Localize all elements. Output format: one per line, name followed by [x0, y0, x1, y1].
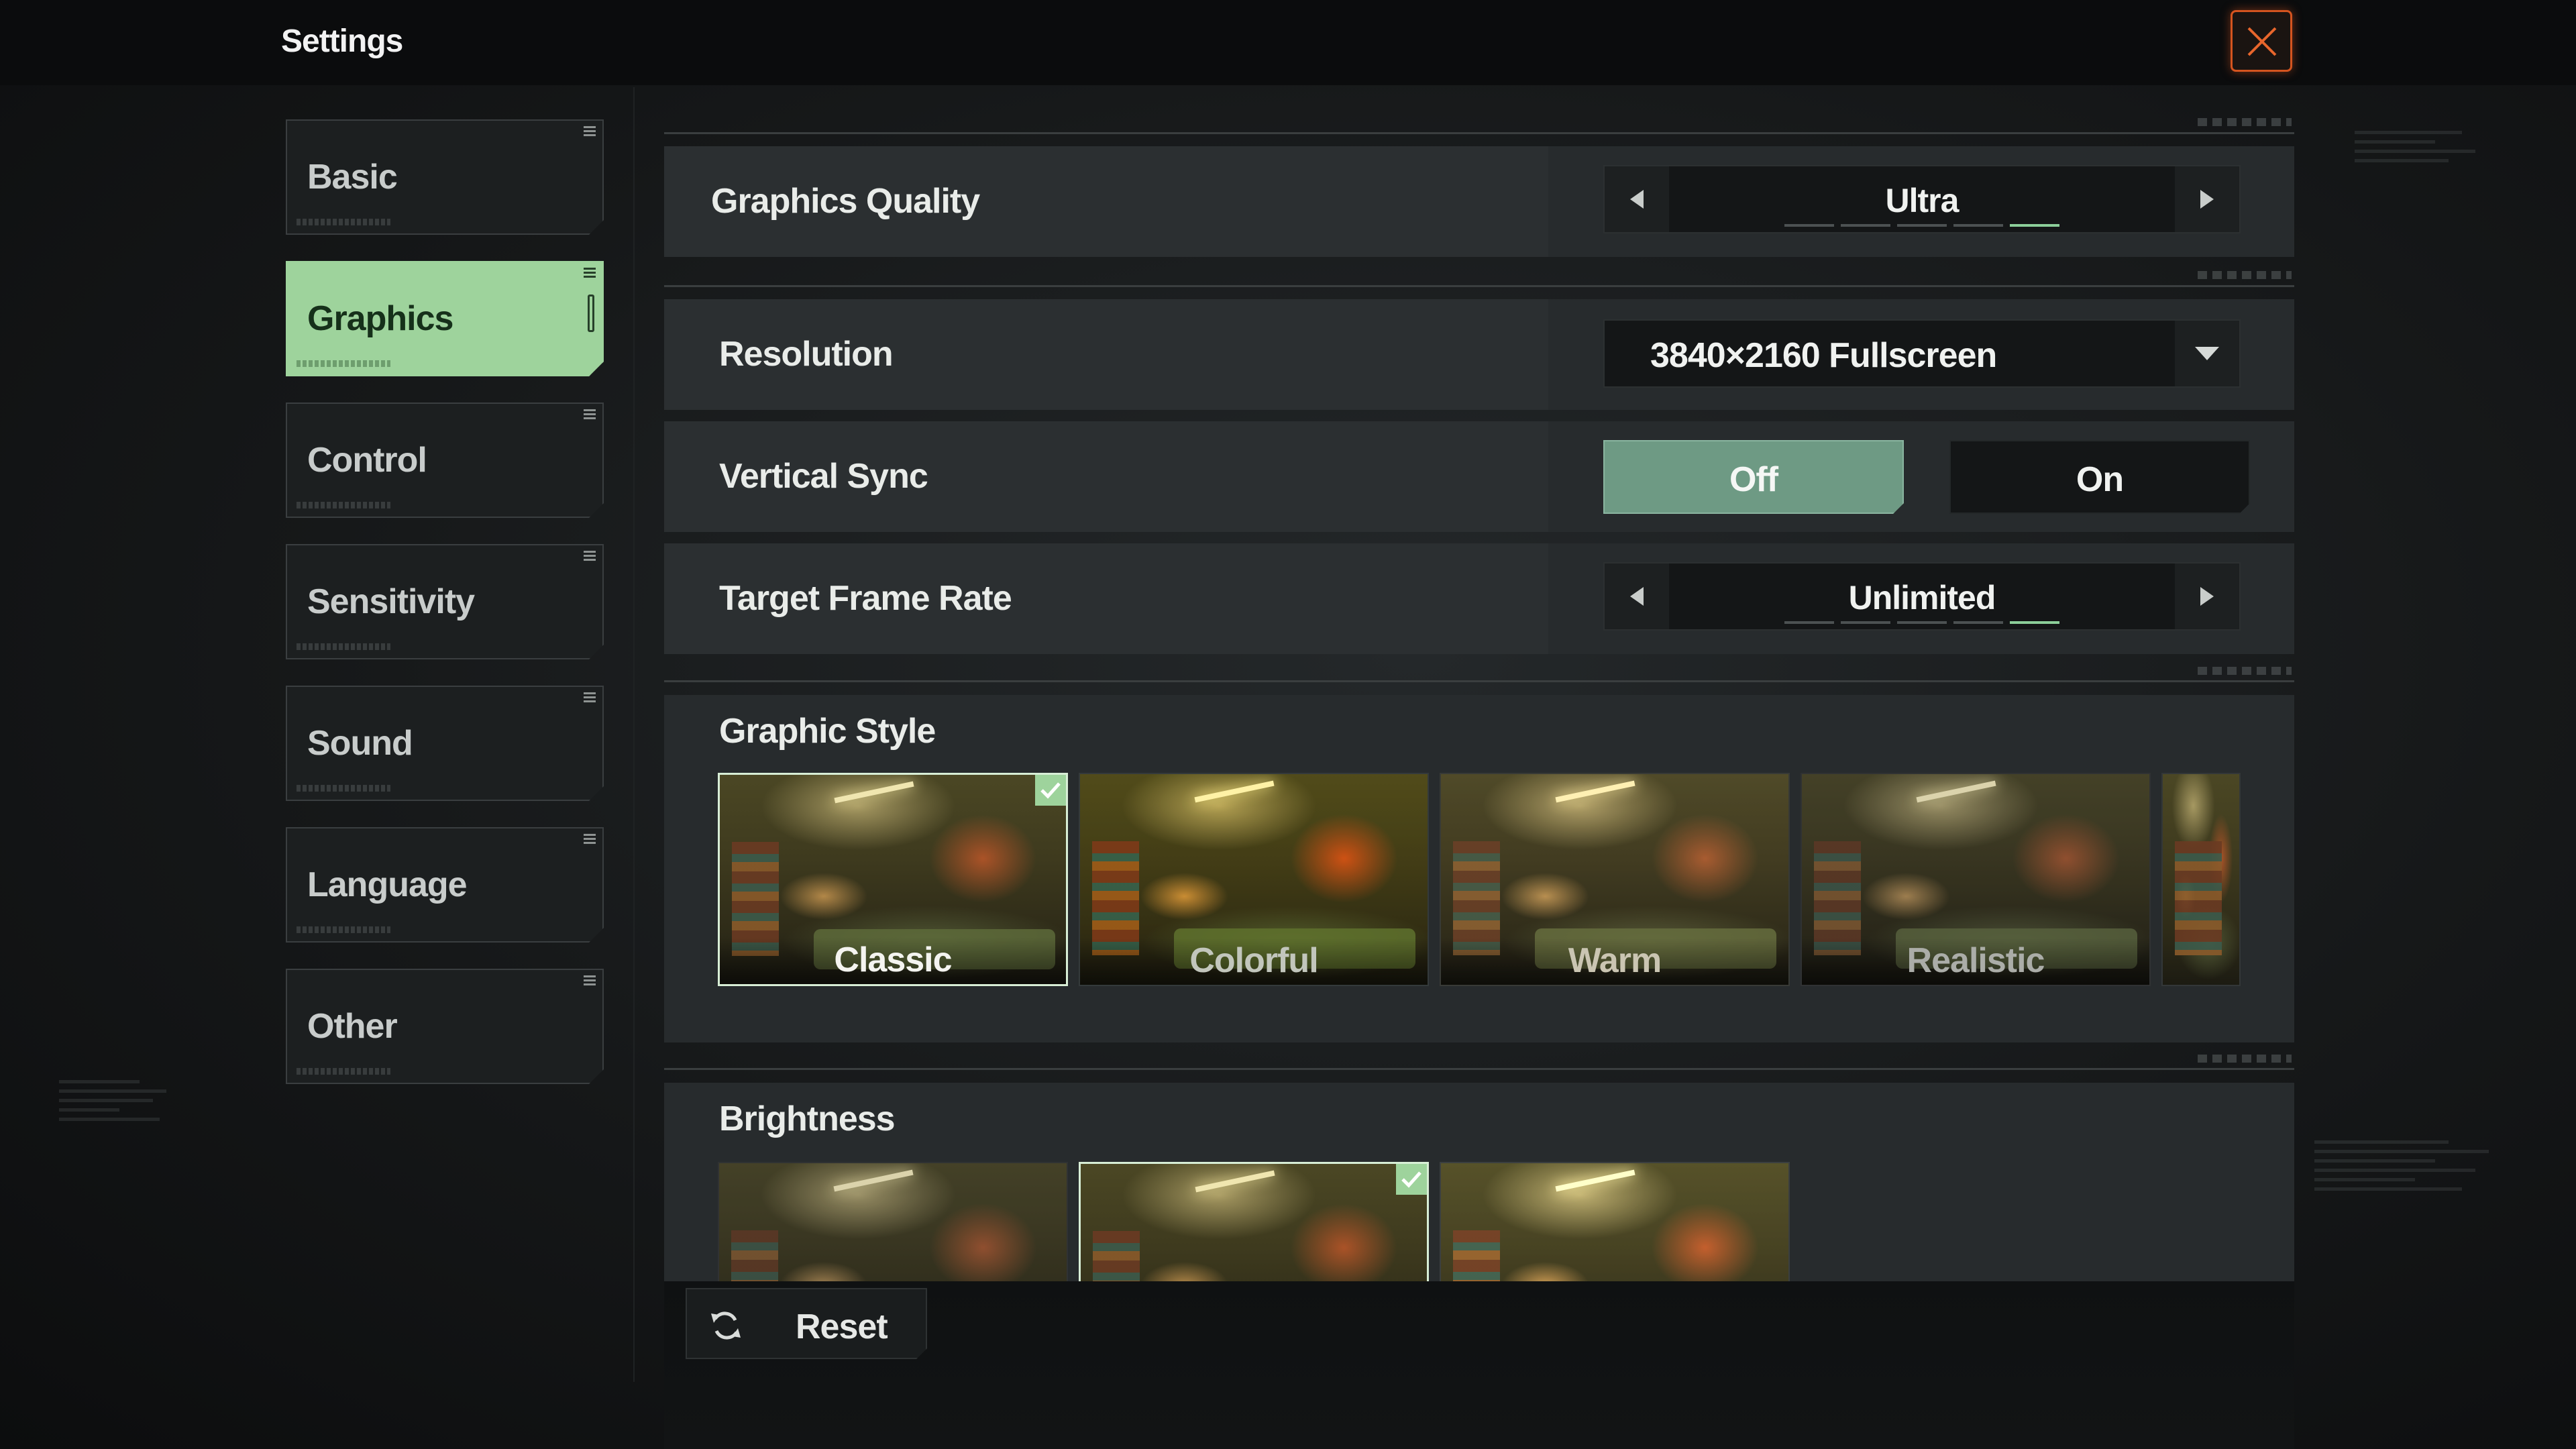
section-divider [664, 285, 2294, 287]
chevron-right-icon [2200, 190, 2214, 209]
page-title: Settings [281, 23, 403, 59]
checkmark-icon [1401, 1171, 1421, 1188]
sidebar-item-label: Control [307, 441, 427, 480]
level-indicator [1605, 621, 2239, 624]
chevron-left-icon [1630, 190, 1644, 209]
brightness-section: Brightness [664, 1083, 2294, 1281]
brightness-option-2[interactable] [1079, 1162, 1429, 1281]
sidebar-item-label: Sound [307, 724, 413, 763]
brightness-option-3[interactable] [1440, 1162, 1790, 1281]
target-frame-rate-value: Unlimited [1848, 579, 1996, 616]
decorative-readout [59, 1080, 180, 1127]
style-option-realistic[interactable]: Realistic [1801, 773, 2151, 986]
menu-icon [584, 834, 596, 845]
brightness-label: Brightness [719, 1099, 896, 1138]
vertical-sync-label: Vertical Sync [719, 457, 928, 496]
style-option-partial[interactable] [2161, 773, 2241, 986]
sidebar-item-label: Other [307, 1007, 397, 1046]
level-indicator [1605, 224, 2239, 227]
decorative-readout [2314, 1140, 2516, 1197]
sidebar-item-label: Graphics [307, 299, 453, 338]
resolution-dropdown[interactable]: 3840×2160 Fullscreen [1603, 319, 2241, 388]
vertical-sync-on-button[interactable]: On [1949, 440, 2250, 514]
section-divider [664, 1068, 2294, 1070]
sidebar-item-control[interactable]: Control [286, 402, 604, 518]
menu-icon [584, 268, 596, 278]
next-button[interactable] [2175, 564, 2239, 629]
decorative-readout [2355, 131, 2475, 168]
chevron-right-icon [2200, 587, 2214, 606]
sidebar-item-basic[interactable]: Basic [286, 119, 604, 235]
scroll-marker [588, 294, 594, 332]
vertical-sync-row: Vertical Sync Off On [664, 421, 2294, 532]
menu-icon [584, 692, 596, 703]
menu-icon [584, 551, 596, 561]
graphics-quality-label: Graphics Quality [711, 182, 980, 221]
checkmark-icon [1040, 782, 1061, 799]
menu-icon [584, 126, 596, 137]
graphics-quality-row: Graphics Quality Ultra [664, 146, 2294, 257]
target-frame-rate-label: Target Frame Rate [719, 579, 1012, 618]
next-button[interactable] [2175, 166, 2239, 232]
previous-button[interactable] [1605, 166, 1669, 232]
sidebar-item-sensitivity[interactable]: Sensitivity [286, 544, 604, 659]
resolution-label: Resolution [719, 335, 894, 374]
reset-label: Reset [796, 1307, 888, 1346]
graphic-style-label: Graphic Style [719, 712, 936, 751]
vertical-sync-off-button[interactable]: Off [1603, 440, 1904, 514]
sidebar-item-label: Basic [307, 158, 397, 197]
sidebar-item-label: Language [307, 865, 467, 904]
target-frame-rate-selector[interactable]: Unlimited [1603, 562, 2241, 631]
sidebar-item-sound[interactable]: Sound [286, 686, 604, 801]
graphics-quality-selector[interactable]: Ultra [1603, 165, 2241, 233]
graphics-quality-value: Ultra [1885, 182, 1960, 219]
sidebar-item-label: Sensitivity [307, 582, 475, 621]
sidebar-divider [633, 87, 635, 1382]
reset-button[interactable]: Reset [686, 1288, 927, 1359]
resolution-value: 3840×2160 Fullscreen [1650, 336, 1997, 375]
section-divider [664, 680, 2294, 682]
close-button[interactable] [2231, 10, 2292, 72]
target-frame-rate-row: Target Frame Rate Unlimited [664, 543, 2294, 654]
section-divider [664, 132, 2294, 134]
style-option-colorful[interactable]: Colorful [1079, 773, 1429, 986]
resolution-row: Resolution 3840×2160 Fullscreen [664, 299, 2294, 410]
brightness-option-1[interactable] [718, 1162, 1068, 1281]
menu-icon [584, 409, 596, 420]
menu-icon [584, 975, 596, 986]
close-x-icon [2247, 27, 2277, 56]
previous-button[interactable] [1605, 564, 1669, 629]
style-option-warm[interactable]: Warm [1440, 773, 1790, 986]
sidebar-item-language[interactable]: Language [286, 827, 604, 943]
sidebar-item-graphics[interactable]: Graphics [286, 261, 604, 376]
chevron-left-icon [1630, 587, 1644, 606]
refresh-icon [708, 1309, 743, 1342]
sidebar-item-other[interactable]: Other [286, 969, 604, 1084]
style-option-classic[interactable]: Classic [718, 773, 1068, 986]
graphic-style-section: Graphic Style Classic Colorful Warm Real… [664, 695, 2294, 1042]
chevron-down-icon [2195, 347, 2219, 360]
